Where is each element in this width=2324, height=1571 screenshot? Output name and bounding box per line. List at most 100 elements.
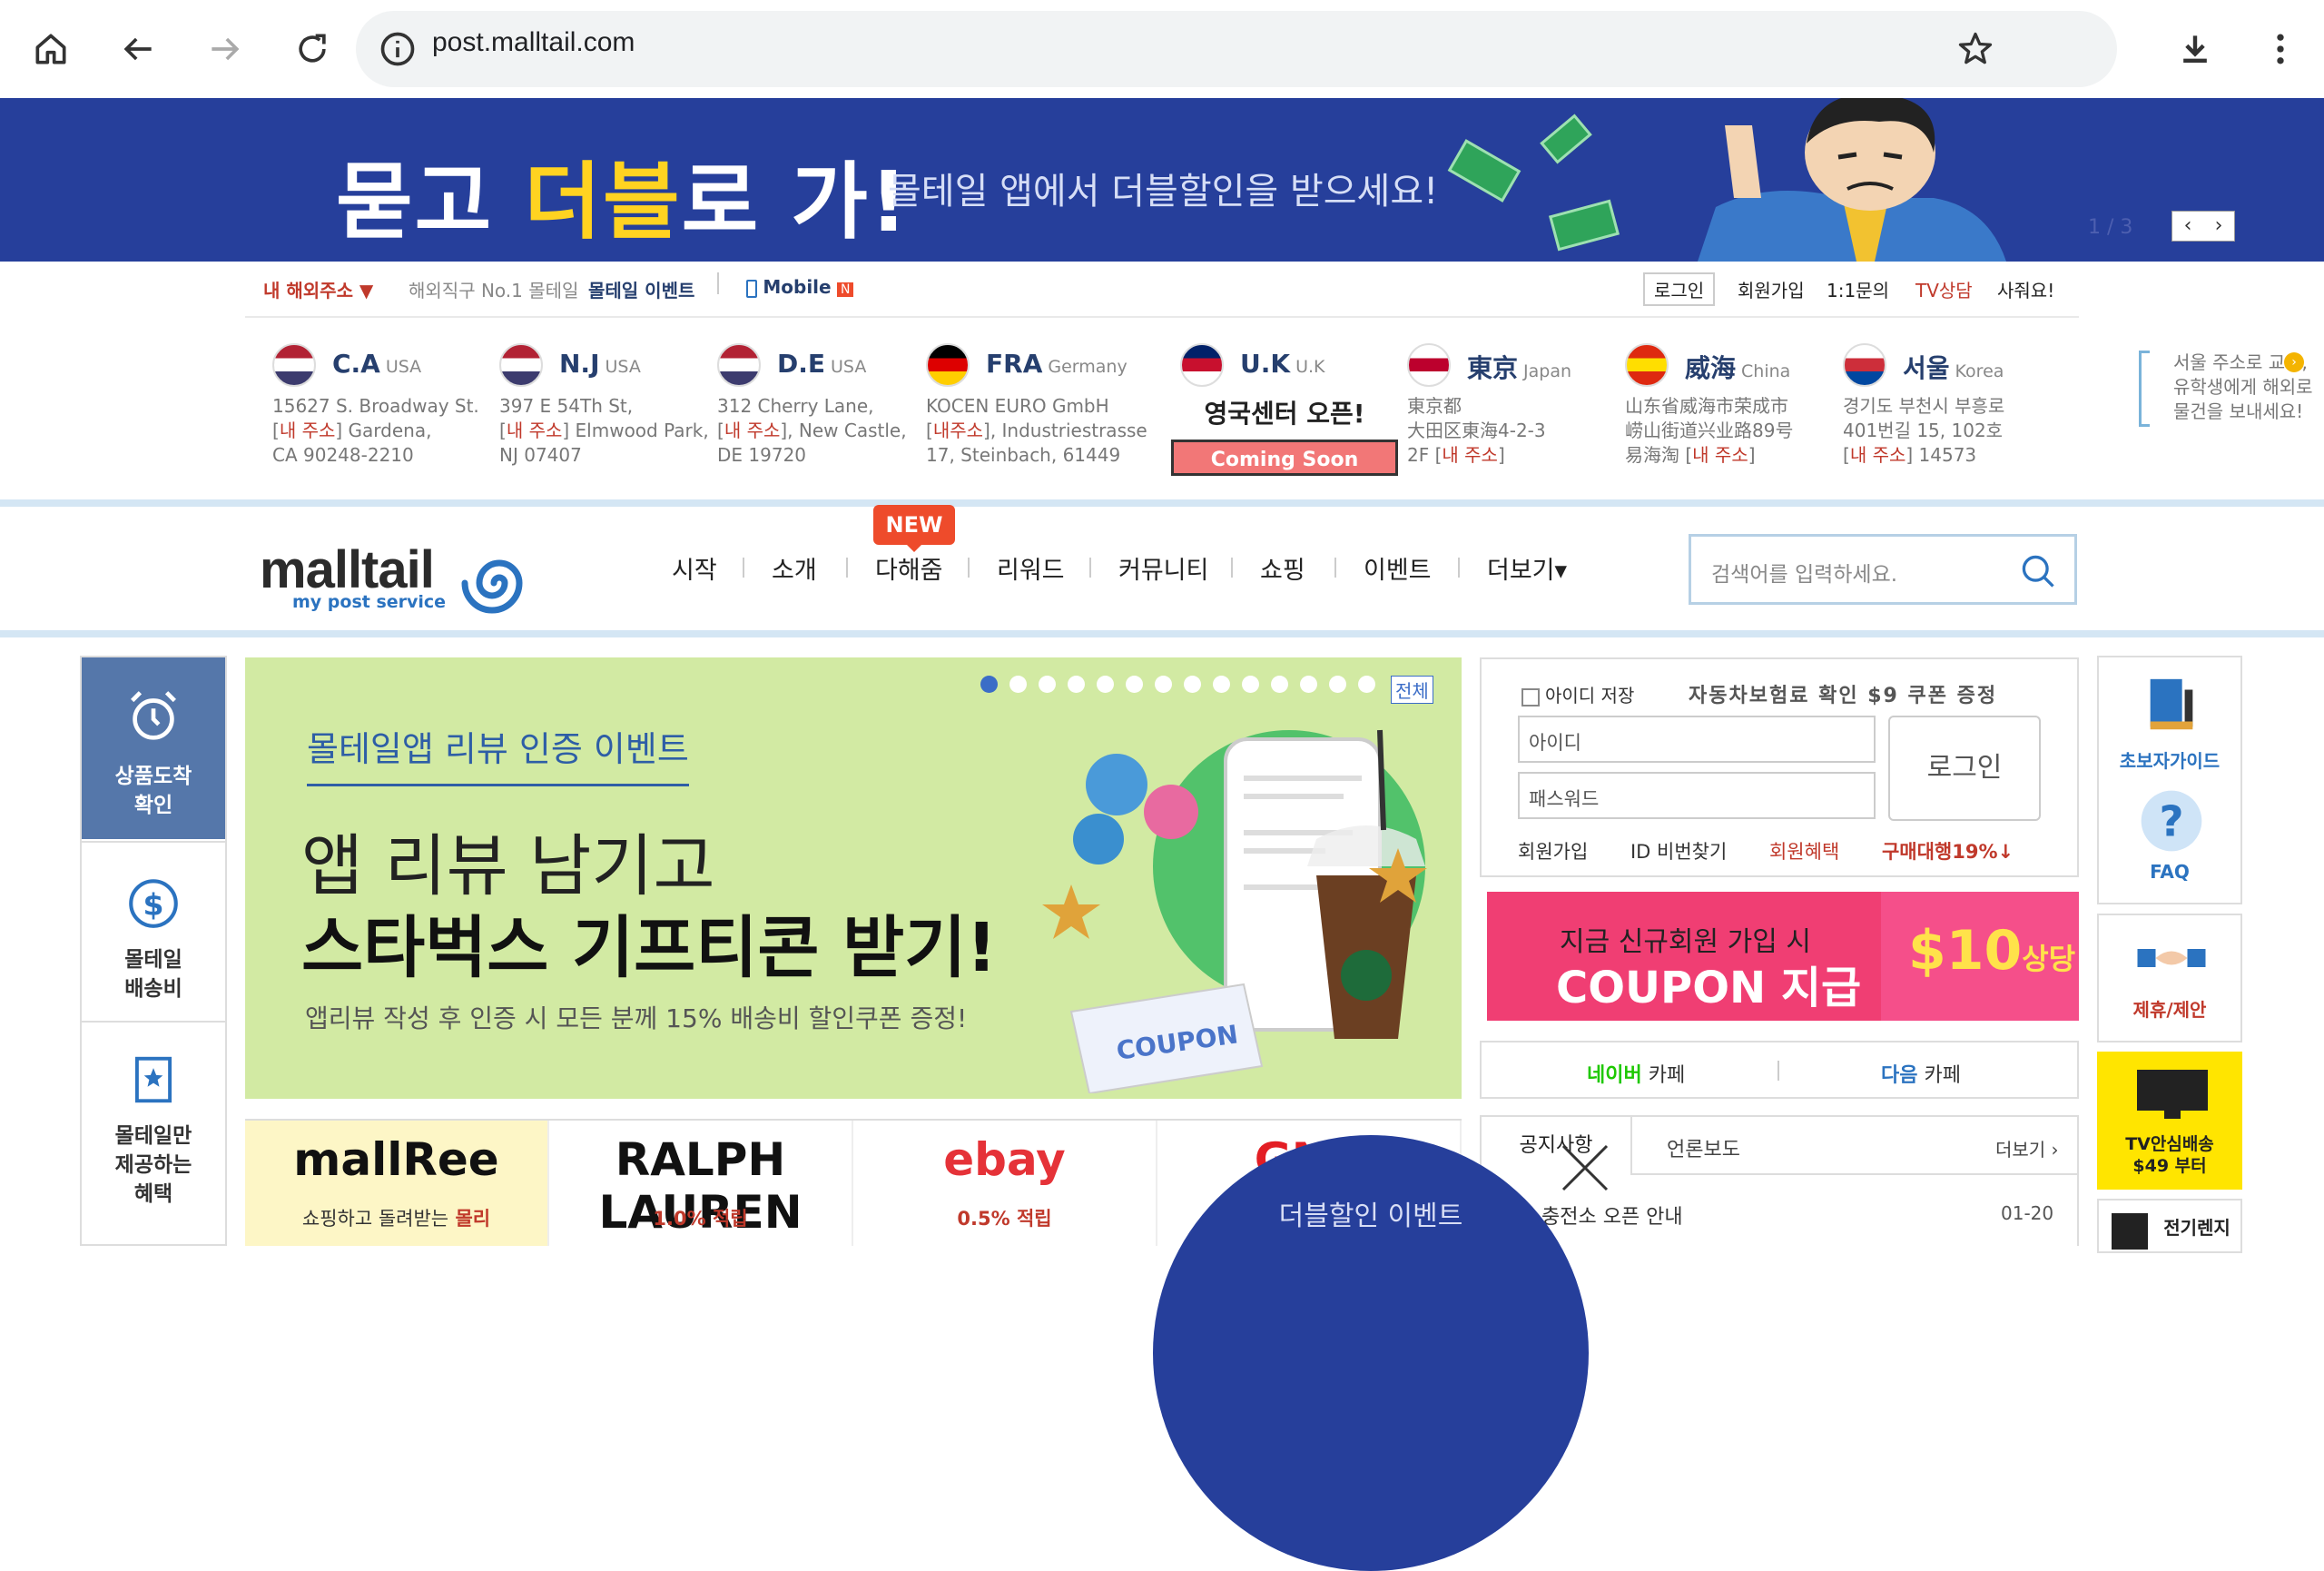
view-all-button[interactable]: 전체: [1391, 676, 1433, 704]
electric-range-button[interactable]: 전기렌지: [2097, 1199, 2242, 1253]
slider-dot[interactable]: [1068, 676, 1085, 693]
download-icon[interactable]: [2166, 20, 2224, 78]
double-discount-event-popup[interactable]: 더블할인 이벤트: [1153, 1135, 1589, 1571]
my-address-link[interactable]: 내 주소: [507, 420, 563, 441]
chevron-left-icon[interactable]: ‹: [2172, 212, 2203, 241]
slider-dot[interactable]: [980, 676, 998, 693]
reload-icon[interactable]: [283, 20, 341, 78]
warehouse-address: KOCEN EURO GmbH [내주소], Industriestrasse 17…: [926, 395, 1147, 466]
slider-dot[interactable]: [1184, 676, 1201, 693]
menu-item[interactable]: 쇼핑: [1260, 550, 1305, 586]
tv-consult-link[interactable]: TV상담: [1915, 276, 1973, 302]
shipping-fee-button[interactable]: $ 몰테일 배송비: [82, 841, 225, 1019]
handshake-icon: [2137, 949, 2206, 967]
slider-dot[interactable]: [1009, 676, 1027, 693]
brand-card[interactable]: mallRee 쇼핑하고 돌려받는 몰리: [245, 1121, 549, 1246]
signup-link[interactable]: 회원가입: [1738, 276, 1805, 302]
slider-dot[interactable]: [1126, 676, 1143, 693]
my-address-link[interactable]: 내주소: [933, 420, 983, 441]
my-address-link[interactable]: 내 주소: [1692, 444, 1748, 466]
site-info-icon[interactable]: [378, 29, 418, 69]
mobile-link[interactable]: Mobile N: [746, 276, 854, 298]
slider-dot[interactable]: [1242, 676, 1259, 693]
menu-item[interactable]: 다해줌: [875, 550, 943, 586]
slider-dot[interactable]: [1329, 676, 1346, 693]
purchase-agency-link[interactable]: 구매대행19%↓: [1882, 841, 2014, 863]
star-icon[interactable]: [1955, 29, 1995, 69]
notice-more-link[interactable]: 더보기 ›: [1995, 1135, 2059, 1161]
right-quick-menu-guide-faq: 초보자가이드 ? FAQ: [2097, 656, 2242, 904]
faq-button[interactable]: ? FAQ: [2099, 785, 2240, 903]
event-link[interactable]: 몰테일 이벤트: [588, 276, 694, 302]
brand-reward: 0.5% 적립: [957, 1208, 1052, 1230]
tab-press[interactable]: 언론보도: [1667, 1133, 1740, 1162]
my-address-link[interactable]: 내 주소: [1850, 444, 1906, 466]
menu-item[interactable]: 커뮤니티: [1118, 550, 1208, 586]
my-address-link[interactable]: 내 주소: [724, 420, 781, 441]
login-link[interactable]: 로그인: [1643, 272, 1716, 306]
banner-headline: 묻고 더블로 가!: [336, 134, 910, 255]
menu-item[interactable]: 리워드: [997, 550, 1065, 586]
find-id-link[interactable]: ID 비번찾기: [1630, 841, 1727, 863]
slider-dot[interactable]: [1213, 676, 1230, 693]
slider-dot[interactable]: [1271, 676, 1288, 693]
money-decoration: [1540, 114, 1592, 164]
close-icon[interactable]: [1556, 1139, 1614, 1197]
menu-item[interactable]: 소개: [772, 550, 817, 586]
slider-dot[interactable]: [1155, 676, 1172, 693]
my-address-dropdown[interactable]: 내 해외주소 ▼: [263, 276, 373, 302]
phone-coffee-illustration: COUPON: [1042, 729, 1427, 1093]
flag-icon: [1625, 343, 1669, 387]
buy-request-link[interactable]: 사줘요!: [1997, 276, 2054, 302]
login-box: 아이디 저장 자동차보험료 확인 $9 쿠폰 증정 아이디 패스워드 로그인 회…: [1480, 657, 2079, 877]
menu-item[interactable]: 시작: [672, 550, 717, 586]
menu-item[interactable]: 이벤트: [1364, 550, 1432, 586]
promo-banner[interactable]: 묻고 더블로 가! 몰테일 앱에서 더블할인을 받으세요! 1 / 3 ‹ ›: [0, 98, 2324, 262]
logo-tagline: my post service: [292, 592, 447, 612]
my-address-link[interactable]: 내 주소: [280, 420, 336, 441]
menu-item[interactable]: 더보기▾: [1487, 550, 1567, 586]
more-vert-icon[interactable]: [2251, 20, 2309, 78]
malltail-logo[interactable]: malltail my post service: [260, 539, 550, 621]
home-icon[interactable]: [22, 20, 80, 78]
inquiry-link[interactable]: 1:1문의: [1827, 276, 1889, 302]
save-id-checkbox[interactable]: 아이디 저장: [1521, 681, 1634, 707]
back-arrow-icon[interactable]: [109, 20, 167, 78]
warehouse-name: 서울 Korea: [1903, 353, 2004, 383]
checkbox-icon[interactable]: [1521, 687, 1540, 706]
slider-dot[interactable]: [1358, 676, 1375, 693]
tv-safe-delivery-button[interactable]: TV안심배송 $49 부터: [2097, 1052, 2242, 1190]
slider-dot[interactable]: [1039, 676, 1056, 693]
brand-card[interactable]: RALPH LAUREN 1.0% 적립: [549, 1121, 853, 1246]
my-address-link[interactable]: 내 주소: [1442, 444, 1498, 466]
menu-divider: [968, 558, 970, 578]
flag-icon: [1843, 343, 1886, 387]
beginner-guide-button[interactable]: 초보자가이드: [2099, 657, 2240, 776]
insurance-promo[interactable]: 자동차보험료 확인 $9 쿠폰 증정: [1689, 679, 1997, 708]
address-bar[interactable]: post.malltail.com: [356, 11, 2117, 87]
signup-coupon-banner[interactable]: 지금 신규회원 가입 시 COUPON 지급 $10상당: [1487, 892, 2079, 1021]
password-input[interactable]: 패스워드: [1518, 772, 1876, 819]
member-benefit-link[interactable]: 회원혜택: [1769, 841, 1839, 863]
search-input[interactable]: 검색어를 입력하세요.: [1711, 557, 1897, 588]
daum-cafe-link[interactable]: 다음 카페: [1881, 1059, 1961, 1088]
url-text[interactable]: post.malltail.com: [432, 27, 635, 58]
brand-reward: 쇼핑하고 돌려받는 몰리: [301, 1208, 491, 1230]
naver-cafe-link[interactable]: 네이버 카페: [1587, 1059, 1685, 1088]
slider-dot[interactable]: [1300, 676, 1317, 693]
forward-arrow-icon[interactable]: [196, 20, 254, 78]
search-box[interactable]: 검색어를 입력하세요.: [1689, 534, 2077, 605]
brand-card[interactable]: ebay 0.5% 적립: [853, 1121, 1157, 1246]
warehouse-address: 경기도 부천시 부흥로 401번길 15, 102호 [내 주소] 14573: [1843, 395, 2005, 466]
arrival-check-button[interactable]: 상품도착 확인: [82, 657, 225, 839]
id-input[interactable]: 아이디: [1518, 716, 1876, 763]
partner-button[interactable]: 제휴/제안: [2097, 914, 2242, 1042]
signup-link[interactable]: 회원가입: [1518, 841, 1588, 863]
exclusive-benefit-button[interactable]: 몰테일만 제공하는 혜택: [82, 1021, 225, 1244]
login-button[interactable]: 로그인: [1888, 716, 2041, 821]
slider-dot[interactable]: [1097, 676, 1114, 693]
search-icon[interactable]: [2018, 551, 2058, 591]
uk-open-notice[interactable]: 영국센터 오픈! Coming Soon: [1171, 394, 1398, 476]
chevron-right-icon[interactable]: ›: [2203, 212, 2234, 241]
hero-slider[interactable]: 몰테일앱 리뷰 인증 이벤트 앱 리뷰 남기고 스타벅스 기프티콘 받기! 앱리…: [245, 657, 1462, 1099]
